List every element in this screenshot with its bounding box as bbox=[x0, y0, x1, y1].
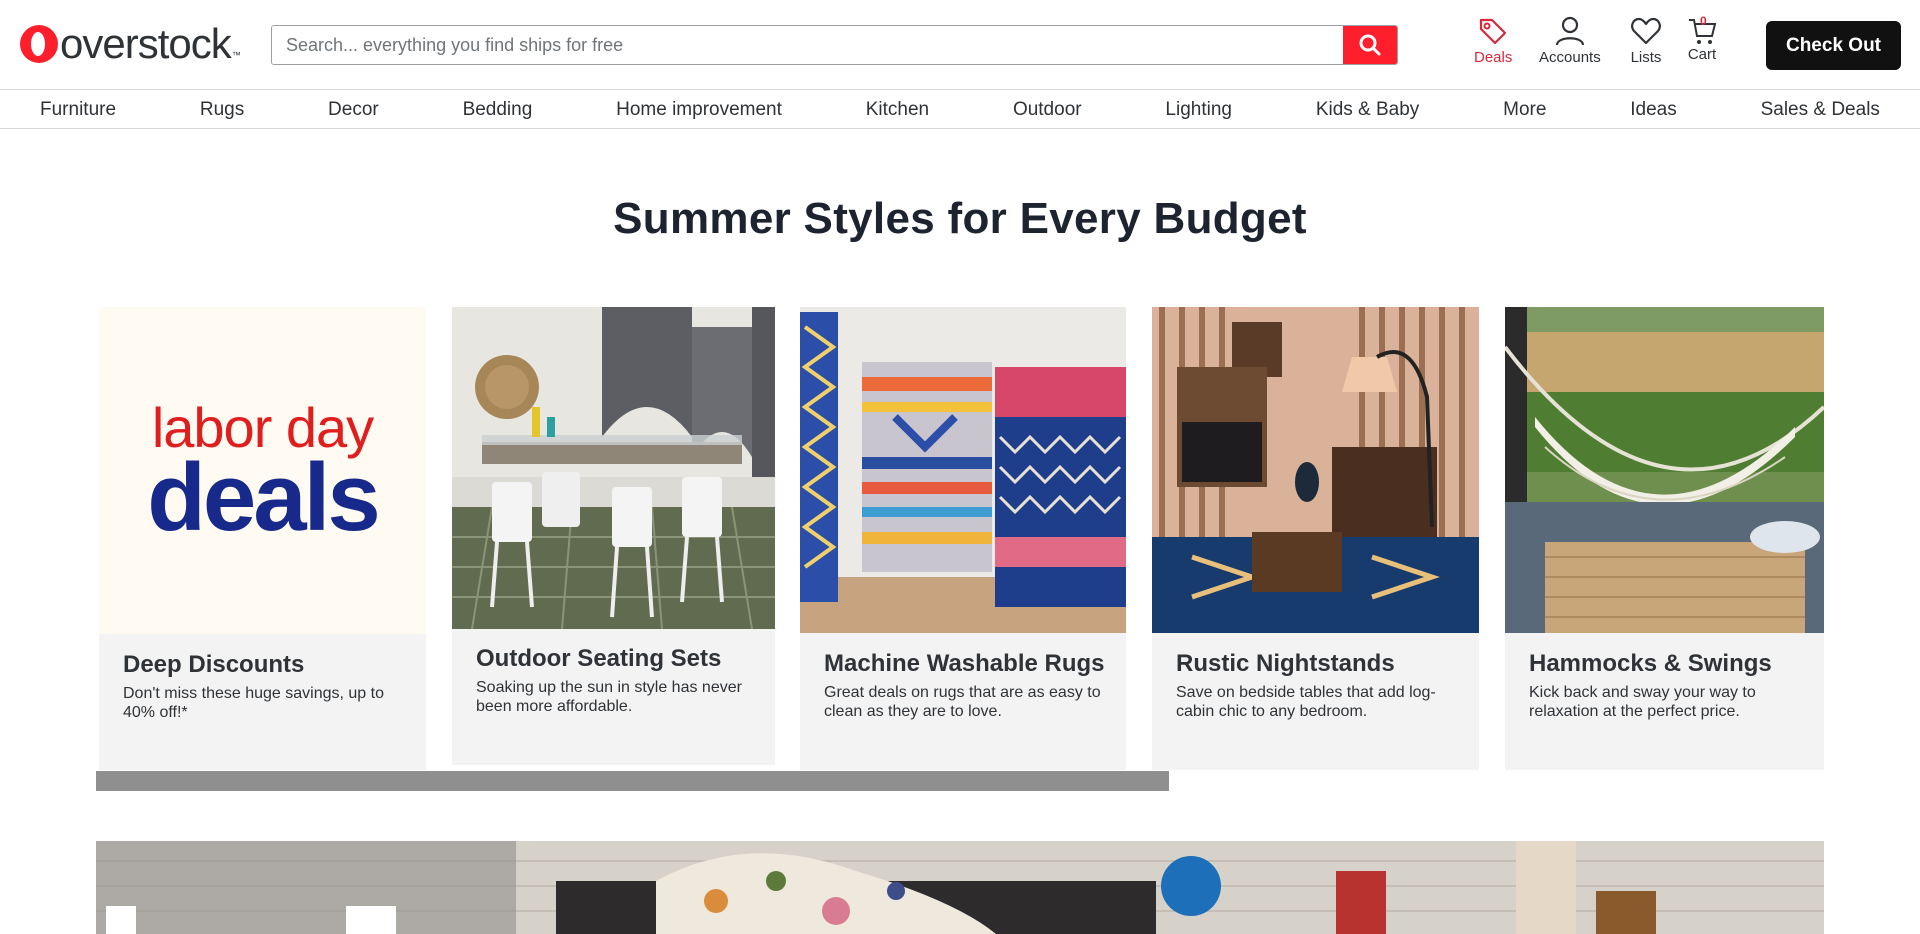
card-description: Don't miss these huge savings, up to 40%… bbox=[123, 685, 384, 721]
tag-icon bbox=[1480, 18, 1507, 45]
cart-icon: 0 bbox=[1687, 14, 1717, 46]
promo-line-2: deals bbox=[147, 443, 380, 551]
nav-item-lighting[interactable]: Lighting bbox=[1165, 99, 1232, 121]
search-input[interactable] bbox=[272, 26, 1343, 64]
site-header: overstock ™ Deals Accounts Lists bbox=[0, 0, 1920, 90]
nav-item-outdoor[interactable]: Outdoor bbox=[1013, 99, 1082, 121]
nav-item-bedding[interactable]: Bedding bbox=[463, 99, 533, 121]
outdoor-seating-image bbox=[452, 307, 775, 629]
washable-rugs-image bbox=[800, 307, 1126, 633]
nav-item-kitchen[interactable]: Kitchen bbox=[866, 99, 929, 121]
nav-item-decor[interactable]: Decor bbox=[328, 99, 379, 121]
accounts-label: Accounts bbox=[1539, 49, 1601, 66]
category-nav: Furniture Rugs Decor Bedding Home improv… bbox=[0, 91, 1920, 129]
nav-item-more[interactable]: More bbox=[1503, 99, 1546, 121]
card-description: Save on bedside tables that add log-cabi… bbox=[1176, 684, 1436, 720]
deals-link[interactable]: Deals bbox=[1474, 16, 1512, 66]
cart-count: 0 bbox=[1700, 14, 1707, 28]
lists-link[interactable]: Lists bbox=[1630, 16, 1662, 66]
overstock-logo[interactable]: overstock ™ bbox=[20, 22, 241, 66]
logo-trademark: ™ bbox=[231, 50, 241, 60]
card-title: Hammocks & Swings bbox=[1529, 650, 1772, 677]
card-title: Machine Washable Rugs bbox=[824, 650, 1105, 677]
section-title: Summer Styles for Every Budget bbox=[613, 194, 1307, 243]
card-deep-discounts[interactable]: labor day deals Deep Discounts Don't mis… bbox=[99, 307, 426, 770]
card-description: Kick back and sway your way to relaxatio… bbox=[1529, 684, 1756, 720]
deals-label: Deals bbox=[1474, 49, 1513, 66]
card-machine-washable-rugs[interactable]: Machine Washable Rugs Great deals on rug… bbox=[800, 307, 1126, 770]
logo-mark-icon bbox=[20, 25, 58, 63]
card-hammocks-swings[interactable]: Hammocks & Swings Kick back and sway you… bbox=[1505, 307, 1824, 770]
search-bar bbox=[271, 25, 1398, 65]
accounts-link[interactable]: Accounts bbox=[1539, 16, 1601, 66]
nav-item-rugs[interactable]: Rugs bbox=[200, 99, 244, 121]
heart-icon bbox=[1631, 17, 1661, 45]
search-button[interactable] bbox=[1343, 26, 1397, 64]
carousel-scrollbar[interactable] bbox=[96, 771, 1169, 791]
nav-item-furniture[interactable]: Furniture bbox=[40, 99, 116, 121]
nav-item-kids-baby[interactable]: Kids & Baby bbox=[1316, 99, 1420, 121]
checkout-button[interactable]: Check Out bbox=[1766, 21, 1901, 70]
search-icon bbox=[1359, 34, 1381, 56]
card-description: Great deals on rugs that are as easy to … bbox=[824, 684, 1101, 720]
bottom-banner-image[interactable] bbox=[96, 841, 1824, 934]
card-outdoor-seating-sets[interactable]: Outdoor Seating Sets Soaking up the sun … bbox=[452, 307, 775, 765]
card-title: Outdoor Seating Sets bbox=[476, 645, 722, 672]
logo-wordmark: overstock bbox=[60, 20, 232, 67]
lists-label: Lists bbox=[1630, 49, 1662, 66]
rustic-nightstands-image bbox=[1152, 307, 1479, 633]
card-title: Deep Discounts bbox=[123, 651, 305, 678]
card-rustic-nightstands[interactable]: Rustic Nightstands Save on bedside table… bbox=[1152, 307, 1479, 770]
cart-label: Cart bbox=[1687, 46, 1717, 63]
card-title: Rustic Nightstands bbox=[1176, 650, 1395, 677]
cart-link[interactable]: 0 Cart bbox=[1687, 14, 1717, 63]
hammock-image bbox=[1505, 307, 1824, 633]
labor-day-promo-image: labor day deals bbox=[99, 307, 426, 634]
user-icon bbox=[1555, 16, 1584, 46]
card-description: Soaking up the sun in style has never be… bbox=[476, 679, 742, 715]
nav-item-home-improvement[interactable]: Home improvement bbox=[616, 99, 782, 121]
nav-item-sales-deals[interactable]: Sales & Deals bbox=[1761, 99, 1880, 121]
nav-item-ideas[interactable]: Ideas bbox=[1630, 99, 1676, 121]
